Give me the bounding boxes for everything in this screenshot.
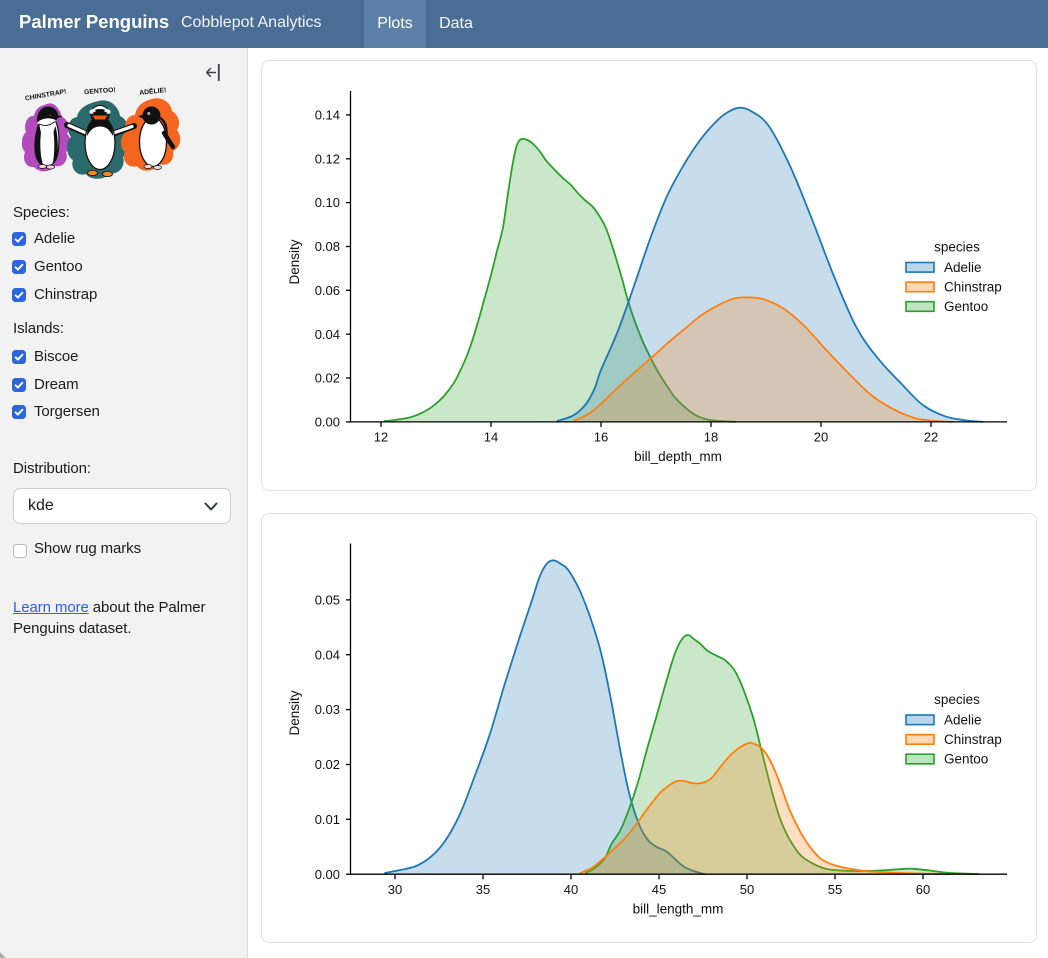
svg-text:35: 35 xyxy=(476,882,490,897)
svg-text:Density: Density xyxy=(287,239,302,284)
svg-text:0.02: 0.02 xyxy=(315,371,340,386)
svg-text:0.05: 0.05 xyxy=(315,593,340,608)
svg-text:0.08: 0.08 xyxy=(315,239,340,254)
svg-text:30: 30 xyxy=(388,882,402,897)
svg-text:bill_length_mm: bill_length_mm xyxy=(633,902,724,917)
svg-text:60: 60 xyxy=(916,882,930,897)
svg-text:0.03: 0.03 xyxy=(315,702,340,717)
svg-text:0.14: 0.14 xyxy=(315,108,340,123)
svg-text:0.00: 0.00 xyxy=(315,867,340,882)
svg-text:Adelie: Adelie xyxy=(944,712,982,727)
svg-text:bill_depth_mm: bill_depth_mm xyxy=(634,449,722,464)
svg-text:Gentoo: Gentoo xyxy=(944,752,988,767)
svg-text:55: 55 xyxy=(828,882,842,897)
svg-text:0.02: 0.02 xyxy=(315,757,340,772)
svg-text:0.04: 0.04 xyxy=(315,327,340,342)
svg-text:GENTOO!: GENTOO! xyxy=(84,87,116,96)
svg-text:0.01: 0.01 xyxy=(315,812,340,827)
svg-text:40: 40 xyxy=(564,882,578,897)
svg-text:Density: Density xyxy=(287,690,302,735)
svg-text:12: 12 xyxy=(374,430,388,445)
svg-text:22: 22 xyxy=(924,430,938,445)
svg-text:Adelie: Adelie xyxy=(944,260,982,275)
svg-text:0.06: 0.06 xyxy=(315,283,340,298)
svg-text:20: 20 xyxy=(814,430,828,445)
svg-text:14: 14 xyxy=(484,430,498,445)
svg-text:50: 50 xyxy=(740,882,754,897)
svg-text:0.04: 0.04 xyxy=(315,647,340,662)
svg-text:0.00: 0.00 xyxy=(315,415,340,430)
svg-text:species: species xyxy=(934,692,980,707)
svg-text:Chinstrap: Chinstrap xyxy=(944,279,1002,294)
svg-text:CHINSTRAP!: CHINSTRAP! xyxy=(24,88,67,102)
svg-text:ADĒLIE!: ADĒLIE! xyxy=(139,86,167,97)
svg-text:45: 45 xyxy=(652,882,666,897)
svg-text:Gentoo: Gentoo xyxy=(944,299,988,314)
svg-text:species: species xyxy=(934,240,980,255)
svg-text:0.10: 0.10 xyxy=(315,195,340,210)
svg-text:18: 18 xyxy=(704,430,718,445)
svg-text:0.12: 0.12 xyxy=(315,151,340,166)
svg-text:16: 16 xyxy=(594,430,608,445)
svg-text:Chinstrap: Chinstrap xyxy=(944,732,1002,747)
